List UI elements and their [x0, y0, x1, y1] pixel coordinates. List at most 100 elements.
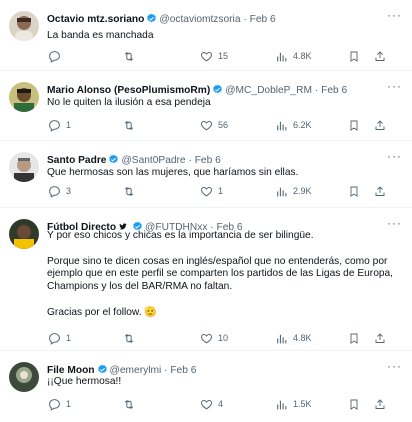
views-button[interactable]: 2.9K: [275, 184, 312, 198]
heart-icon: [200, 398, 213, 411]
reply-count: 1: [66, 120, 72, 130]
retweet-icon: [122, 332, 136, 345]
bookmark-button[interactable]: [348, 184, 360, 198]
tweet-date[interactable]: Feb 6: [250, 14, 276, 25]
author-handle[interactable]: @MC_DobleP_RM: [225, 85, 312, 96]
bookmark-button[interactable]: [348, 118, 360, 132]
retweet-icon: [122, 398, 136, 411]
tweet[interactable]: Octavio mtz.soriano @octaviomtzsoria · Fe…: [0, 0, 412, 71]
tweet-text: No le quiten la ilusión a esa pendeja: [47, 97, 211, 108]
more-options-icon[interactable]: ···: [387, 149, 402, 163]
like-count: 56: [218, 120, 229, 130]
more-options-icon[interactable]: ···: [387, 79, 402, 93]
tweet-date[interactable]: Feb 6: [195, 155, 221, 166]
reply-icon: [48, 398, 61, 411]
tweet-text: Y por eso chicos y chicas es la importan…: [47, 230, 394, 318]
tweet-actions: 3 1 2.9K: [44, 184, 404, 198]
retweet-icon: [122, 119, 136, 132]
like-button[interactable]: 4: [200, 397, 223, 411]
bookmark-icon: [348, 332, 360, 345]
author-handle[interactable]: @Sant0Padre: [121, 155, 185, 166]
like-button[interactable]: 10: [200, 331, 228, 345]
reply-count: 1: [66, 333, 72, 343]
reply-icon: [48, 50, 61, 63]
views-button[interactable]: 4.8K: [275, 49, 312, 63]
reply-button[interactable]: 1: [48, 397, 71, 411]
views-count: 1.5K: [293, 399, 312, 409]
author-handle[interactable]: @emerylmi: [110, 365, 162, 376]
tweet[interactable]: File Moon @emerylmi · Feb 6 ··· ¡¡Que her…: [0, 351, 412, 422]
tweet-text: La banda es manchada: [47, 30, 154, 41]
retweet-button[interactable]: [122, 49, 141, 63]
like-count: 1: [218, 186, 224, 196]
author-name[interactable]: File Moon: [47, 365, 95, 376]
more-options-icon[interactable]: ···: [387, 359, 402, 373]
tweet-text: Que hermosas son las mujeres, que haríam…: [47, 167, 299, 178]
views-count: 4.8K: [293, 51, 312, 61]
verified-badge-icon: [146, 13, 157, 28]
share-button[interactable]: [374, 331, 386, 345]
retweet-button[interactable]: [122, 397, 141, 411]
tweet-date[interactable]: Feb 6: [321, 85, 347, 96]
bookmark-button[interactable]: [348, 331, 360, 345]
bookmark-button[interactable]: [348, 397, 360, 411]
reply-button[interactable]: 1: [48, 118, 71, 132]
more-options-icon[interactable]: ···: [387, 8, 402, 22]
retweet-button[interactable]: [122, 331, 141, 345]
author-handle[interactable]: @octaviomtzsoria: [159, 14, 240, 25]
avatar[interactable]: [9, 362, 39, 392]
avatar[interactable]: [9, 11, 39, 41]
reply-count: 3: [66, 186, 72, 196]
share-button[interactable]: [374, 49, 386, 63]
views-chart-icon: [275, 50, 288, 63]
avatar[interactable]: [9, 82, 39, 112]
share-button[interactable]: [374, 184, 386, 198]
tweet[interactable]: Mario Alonso (PesoPlumismoRm) @MC_DobleP_…: [0, 71, 412, 141]
views-count: 2.9K: [293, 186, 312, 196]
reply-button[interactable]: 3: [48, 184, 71, 198]
like-count: 10: [218, 333, 229, 343]
bookmark-icon: [348, 185, 360, 198]
share-icon: [374, 398, 386, 411]
avatar[interactable]: [9, 152, 39, 182]
retweet-button[interactable]: [122, 184, 141, 198]
retweet-button[interactable]: [122, 118, 141, 132]
views-button[interactable]: 1.5K: [275, 397, 312, 411]
author-name[interactable]: Santo Padre: [47, 155, 106, 166]
heart-icon: [200, 50, 213, 63]
author-name[interactable]: Mario Alonso (PesoPlumismoRm): [47, 85, 210, 96]
tweet-text: ¡¡Que hermosa!!: [47, 376, 122, 387]
bookmark-icon: [348, 50, 360, 63]
share-button[interactable]: [374, 397, 386, 411]
tweet-actions: 15 4.8K: [44, 49, 404, 63]
tweet[interactable]: Fútbol Directo @FUTDHNxx · Feb 6 ··· Y po…: [0, 208, 412, 351]
tweet-date[interactable]: Feb 6: [170, 365, 196, 376]
avatar[interactable]: [9, 219, 39, 249]
reply-icon: [48, 332, 61, 345]
bookmark-icon: [348, 119, 360, 132]
share-icon: [374, 50, 386, 63]
reply-count: 1: [66, 399, 72, 409]
like-button[interactable]: 1: [200, 184, 223, 198]
share-icon: [374, 119, 386, 132]
views-button[interactable]: 6.2K: [275, 118, 312, 132]
like-button[interactable]: 15: [200, 49, 228, 63]
views-chart-icon: [275, 185, 288, 198]
views-count: 4.8K: [293, 333, 312, 343]
views-chart-icon: [275, 332, 288, 345]
reply-icon: [48, 119, 61, 132]
like-button[interactable]: 56: [200, 118, 228, 132]
share-button[interactable]: [374, 118, 386, 132]
reply-button[interactable]: [48, 49, 66, 63]
heart-icon: [200, 332, 213, 345]
bookmark-button[interactable]: [348, 49, 360, 63]
views-button[interactable]: 4.8K: [275, 331, 312, 345]
reply-icon: [48, 185, 61, 198]
author-name[interactable]: Octavio mtz.soriano: [47, 14, 144, 25]
tweet-actions: 1 10 4.8K: [44, 331, 404, 345]
more-options-icon[interactable]: ···: [387, 216, 402, 230]
share-icon: [374, 332, 386, 345]
tweet-actions: 1 4 1.5K: [44, 397, 404, 411]
tweet[interactable]: Santo Padre @Sant0Padre · Feb 6 ··· Que h…: [0, 141, 412, 208]
reply-button[interactable]: 1: [48, 331, 71, 345]
